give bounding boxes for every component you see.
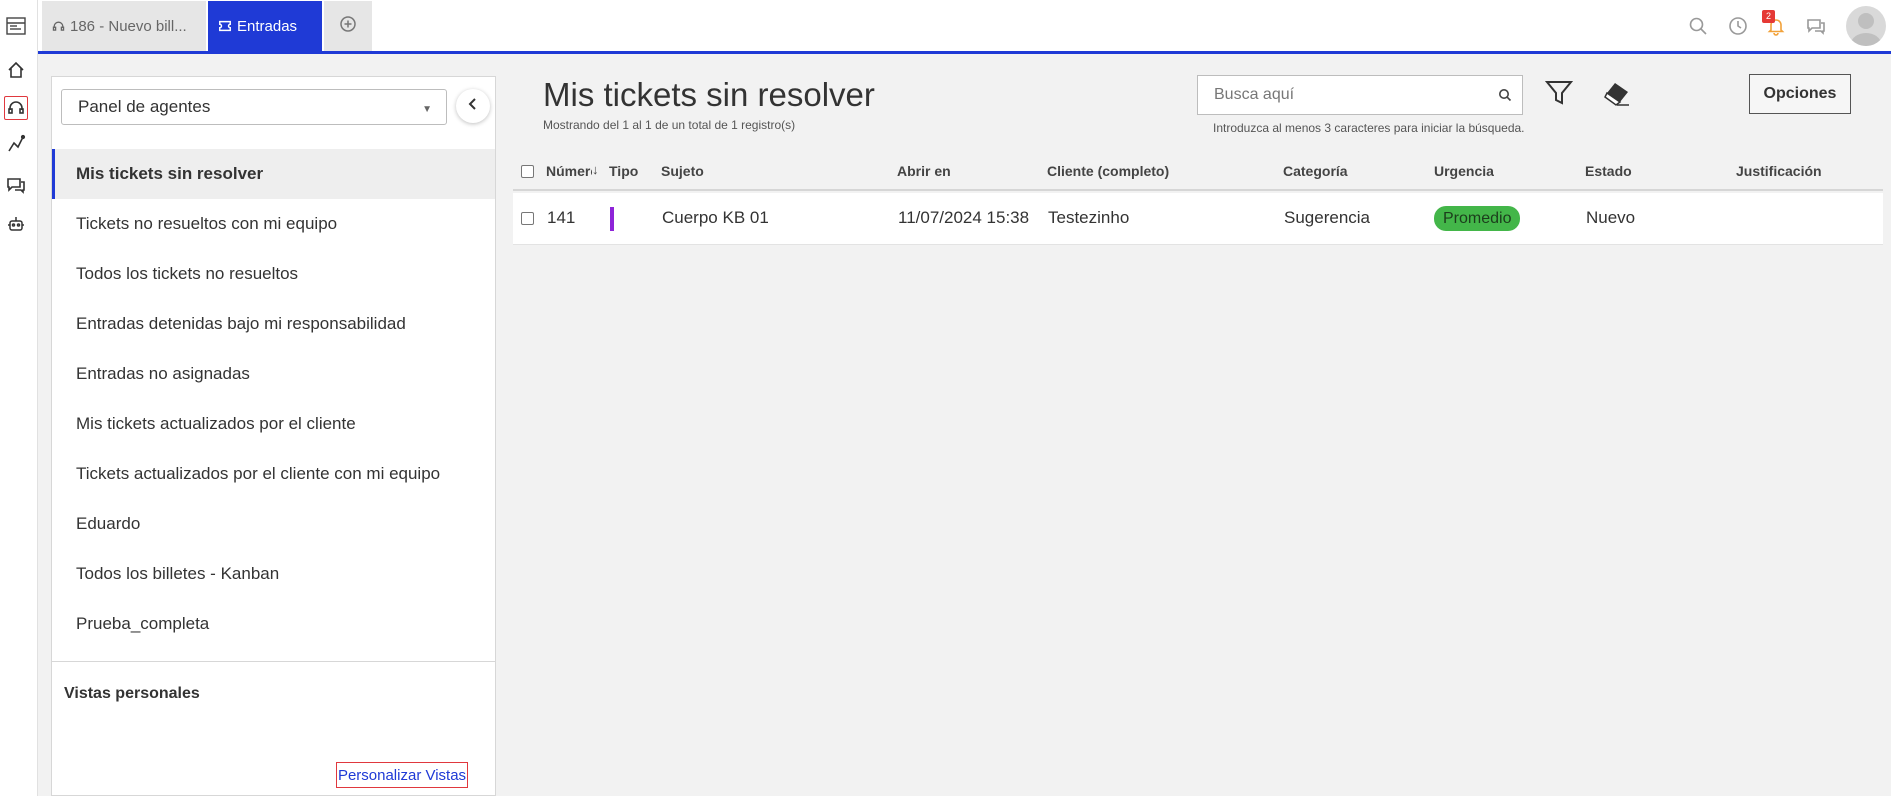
records-summary: Mostrando del 1 al 1 de un total de 1 re…: [543, 118, 796, 132]
home-icon[interactable]: [4, 58, 28, 82]
search-icon[interactable]: [1686, 14, 1710, 38]
view-item[interactable]: Entradas no asignadas: [52, 349, 495, 399]
table-row[interactable]: 141 Cuerpo KB 01 11/07/2024 15:38 Testez…: [513, 193, 1883, 245]
select-all-checkbox[interactable]: [521, 165, 534, 178]
notification-badge: 2: [1762, 10, 1775, 23]
column-header-justification[interactable]: Justificación: [1736, 163, 1822, 179]
column-header-client[interactable]: Cliente (completo): [1047, 163, 1169, 179]
app-logo-icon[interactable]: [4, 14, 28, 38]
column-header-type[interactable]: Tipo: [609, 163, 638, 179]
ticket-icon: [218, 19, 232, 33]
search-icon[interactable]: [1498, 87, 1512, 107]
view-item[interactable]: Prueba_completa: [52, 599, 495, 649]
ticket-type-indicator: [610, 207, 614, 231]
column-header-urgency[interactable]: Urgencia: [1434, 163, 1494, 179]
filter-icon[interactable]: [1544, 80, 1574, 111]
headset-icon: [52, 20, 65, 33]
panel-select-value: Panel de agentes: [78, 97, 211, 116]
eraser-icon[interactable]: [1603, 80, 1631, 111]
view-item[interactable]: Eduardo: [52, 499, 495, 549]
view-list: Mis tickets sin resolver Tickets no resu…: [52, 149, 495, 649]
avatar[interactable]: [1846, 6, 1886, 46]
view-item[interactable]: Tickets no resueltos con mi equipo: [52, 199, 495, 249]
clock-icon[interactable]: [1726, 14, 1750, 38]
column-header-number[interactable]: Número: [546, 163, 592, 179]
ticket-subject[interactable]: Cuerpo KB 01: [662, 208, 769, 228]
view-item[interactable]: Tickets actualizados por el cliente con …: [52, 449, 495, 499]
plus-circle-icon: [339, 15, 357, 37]
tab-label: Entradas: [237, 17, 298, 35]
analytics-icon[interactable]: [4, 132, 28, 156]
tab-entradas[interactable]: Entradas: [208, 1, 322, 51]
sort-arrow-icon[interactable]: ↓: [592, 162, 599, 177]
options-button[interactable]: Opciones: [1749, 74, 1851, 114]
urgency-badge: Promedio: [1434, 206, 1521, 231]
search-input[interactable]: [1214, 86, 1484, 104]
chat-icon[interactable]: [4, 173, 28, 197]
view-item[interactable]: Mis tickets sin resolver: [52, 149, 495, 199]
bot-icon[interactable]: [4, 212, 28, 236]
table-header: Número ↓ Tipo Sujeto Abrir en Cliente (c…: [513, 153, 1883, 191]
search-hint: Introduzca al menos 3 caracteres para in…: [1213, 121, 1525, 135]
page-title: Mis tickets sin resolver: [543, 76, 875, 113]
headset-icon[interactable]: [4, 96, 28, 120]
search-field[interactable]: [1197, 75, 1523, 115]
column-header-subject[interactable]: Sujeto: [661, 163, 704, 179]
view-item[interactable]: Todos los billetes - Kanban: [52, 549, 495, 599]
views-panel: Panel de agentes ▼ Mis tickets sin resol…: [51, 76, 496, 796]
ticket-client: Testezinho: [1048, 208, 1130, 227]
tab-ticket-186[interactable]: 186 - Nuevo bill...: [42, 1, 206, 51]
ticket-opened-date: 11/07/2024 15:38: [898, 208, 1030, 227]
chevron-left-icon: [466, 96, 480, 116]
divider: [52, 661, 495, 662]
customize-views-link[interactable]: Personalizar Vistas: [336, 762, 468, 788]
top-bar: 186 - Nuevo bill... Entradas 2: [38, 0, 1891, 54]
personal-views-title: Vistas personales: [64, 685, 200, 702]
row-checkbox[interactable]: [521, 212, 534, 225]
panel-select[interactable]: Panel de agentes ▼: [61, 89, 447, 125]
column-header-status[interactable]: Estado: [1585, 163, 1632, 179]
ticket-number: 141: [547, 208, 576, 227]
collapse-panel-button[interactable]: [456, 89, 490, 123]
view-item[interactable]: Todos los tickets no resueltos: [52, 249, 495, 299]
ticket-status: Nuevo: [1586, 208, 1636, 227]
view-item[interactable]: Entradas detenidas bajo mi responsabilid…: [52, 299, 495, 349]
tab-label: 186 - Nuevo bill...: [70, 17, 187, 35]
ticket-category: Sugerencia: [1284, 208, 1371, 227]
chevron-down-icon: ▼: [422, 104, 432, 115]
column-header-opened[interactable]: Abrir en: [897, 163, 951, 179]
icon-rail: [0, 0, 38, 796]
view-item[interactable]: Mis tickets actualizados por el cliente: [52, 399, 495, 449]
column-header-category[interactable]: Categoría: [1283, 163, 1348, 179]
messages-icon[interactable]: [1804, 14, 1828, 38]
add-tab-button[interactable]: [324, 1, 372, 51]
